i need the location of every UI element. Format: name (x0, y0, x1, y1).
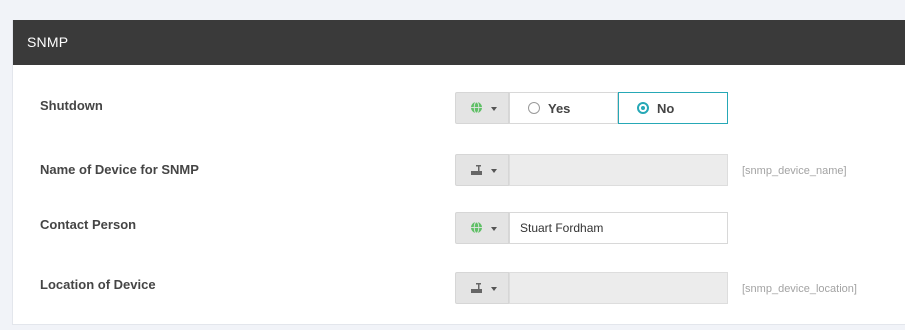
device-name-input[interactable] (509, 154, 728, 186)
radio-yes-icon (528, 102, 540, 114)
shutdown-label: Shutdown (40, 98, 103, 113)
location-hint: [snmp_device_location] (742, 283, 857, 295)
shutdown-no-label: No (657, 101, 675, 116)
panel-title: SNMP (27, 34, 69, 50)
radio-no-icon (637, 102, 649, 114)
chevron-down-icon (491, 169, 497, 173)
chevron-down-icon (491, 227, 497, 231)
device-name-hint: [snmp_device_name] (742, 165, 847, 177)
device-name-scope-button[interactable] (455, 154, 509, 186)
contact-person-input[interactable] (509, 212, 728, 244)
device-name-label: Name of Device for SNMP (40, 162, 199, 177)
device-icon (471, 165, 482, 175)
contact-label: Contact Person (40, 217, 137, 232)
shutdown-no-option[interactable]: No (618, 92, 728, 124)
location-input[interactable] (509, 272, 728, 304)
globe-icon (471, 101, 482, 114)
shutdown-yes-option[interactable]: Yes (509, 92, 618, 124)
chevron-down-icon (491, 107, 497, 111)
panel-header: SNMP (13, 20, 905, 65)
location-label: Location of Device (40, 277, 156, 292)
location-scope-button[interactable] (455, 272, 509, 304)
globe-icon (471, 221, 482, 234)
snmp-panel: SNMP Shutdown Yes No Name of Device for … (12, 20, 905, 325)
shutdown-yes-label: Yes (548, 101, 571, 116)
shutdown-scope-button[interactable] (455, 92, 509, 124)
contact-scope-button[interactable] (455, 212, 509, 244)
device-icon (471, 283, 482, 293)
chevron-down-icon (491, 287, 497, 291)
